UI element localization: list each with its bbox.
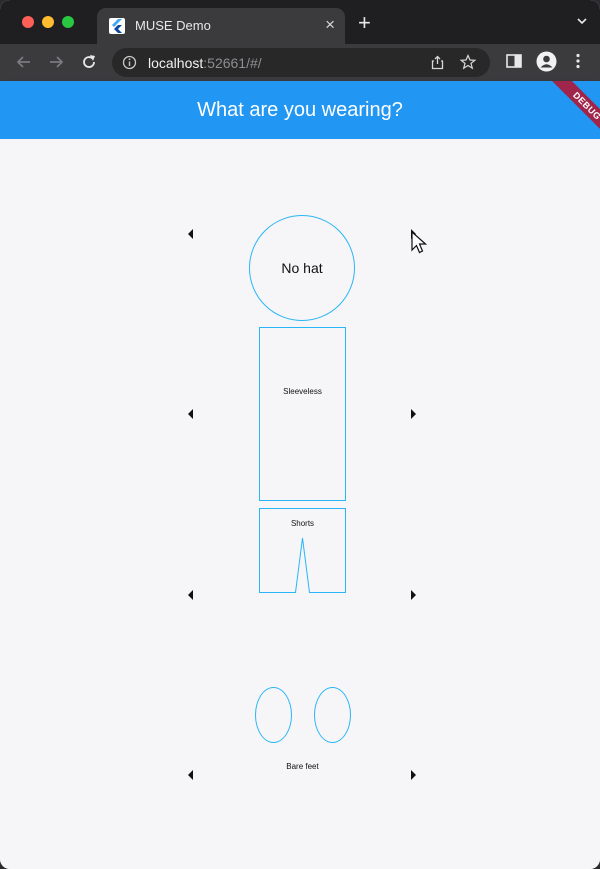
profile-avatar-icon[interactable] — [536, 51, 557, 77]
browser-tab[interactable]: MUSE Demo × — [97, 8, 345, 44]
tab-close-icon[interactable]: × — [325, 15, 335, 35]
new-tab-button[interactable]: + — [358, 12, 371, 34]
bottom-label: Shorts — [290, 519, 315, 528]
shoes-next-arrow[interactable] — [411, 770, 416, 780]
browser-toolbar: localhost:52661/#/ — [0, 44, 600, 81]
url-path: :52661/#/ — [203, 55, 262, 71]
bottom-next-arrow[interactable] — [411, 590, 416, 600]
tab-search-chevron-icon[interactable] — [576, 14, 588, 32]
app-bar: What are you wearing? — [0, 81, 600, 139]
side-panel-icon[interactable] — [505, 52, 523, 75]
address-bar[interactable]: localhost:52661/#/ — [112, 48, 490, 77]
debug-banner: DEBUG — [540, 81, 600, 141]
right-foot-outline — [314, 687, 351, 743]
debug-banner-label: DEBUG — [550, 81, 600, 141]
browser-window: MUSE Demo × + localhost:52661/#/ What ar… — [0, 0, 600, 869]
back-arrow-icon[interactable] — [14, 52, 34, 72]
top-previous-arrow[interactable] — [188, 409, 193, 419]
top-next-arrow[interactable] — [411, 409, 416, 419]
hat-previous-arrow[interactable] — [188, 229, 193, 239]
reload-icon[interactable] — [79, 52, 99, 72]
bottom-previous-arrow[interactable] — [188, 590, 193, 600]
menu-kebab-icon[interactable] — [574, 52, 582, 75]
forward-arrow-icon[interactable] — [46, 52, 66, 72]
url-host: localhost — [148, 55, 204, 71]
top-outline — [259, 327, 346, 501]
bookmark-star-icon[interactable] — [459, 54, 477, 75]
flutter-favicon-icon — [109, 18, 125, 34]
tab-title: MUSE Demo — [135, 18, 211, 33]
maximize-window-button[interactable] — [62, 16, 74, 28]
left-foot-outline — [255, 687, 292, 743]
site-info-icon[interactable] — [122, 55, 137, 75]
hat-label: No hat — [281, 260, 323, 276]
shoes-label: Bare feet — [286, 762, 319, 771]
page-title: What are you wearing? — [197, 99, 403, 121]
close-window-button[interactable] — [22, 16, 34, 28]
outfit-picker: No hat Sleeveless Shorts Bare feet — [0, 139, 600, 869]
shoes-previous-arrow[interactable] — [188, 770, 193, 780]
top-label: Sleeveless — [283, 387, 322, 396]
tab-strip: MUSE Demo × + — [0, 0, 600, 44]
minimize-window-button[interactable] — [42, 16, 54, 28]
mouse-pointer-icon — [411, 230, 428, 260]
share-icon[interactable] — [430, 55, 445, 75]
url-text: localhost:52661/#/ — [148, 55, 262, 71]
